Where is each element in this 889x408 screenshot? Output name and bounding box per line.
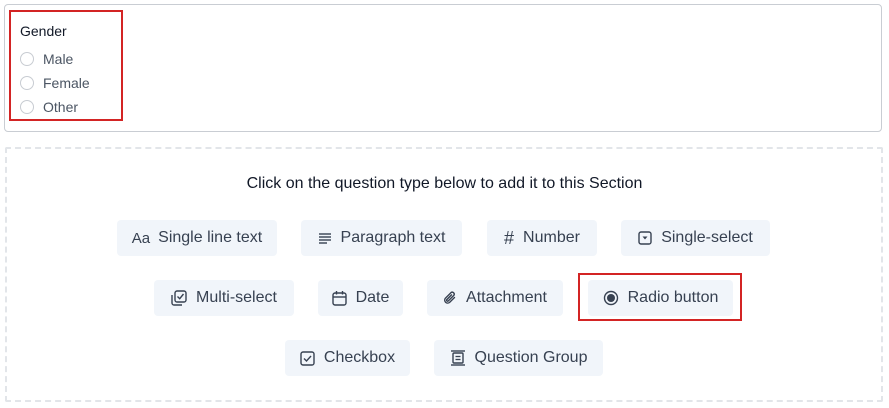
question-group-button[interactable]: Question Group xyxy=(434,340,603,376)
hash-icon: # xyxy=(504,227,515,248)
paperclip-icon xyxy=(444,291,456,304)
radio-field-preview-card xyxy=(4,4,882,132)
single-select-label: Single-select xyxy=(661,229,753,246)
question-group-icon xyxy=(450,350,465,366)
checkbox-label: Checkbox xyxy=(323,349,396,366)
number-button[interactable]: # Number xyxy=(487,220,597,256)
paragraph-lines-icon xyxy=(318,233,331,244)
radio-circle-icon[interactable] xyxy=(20,76,34,90)
radio-button-highlight-box xyxy=(578,273,742,321)
question-group-label: Question Group xyxy=(474,349,588,366)
date-button[interactable]: Date xyxy=(318,280,403,316)
single-line-text-button[interactable]: Aa Single line text xyxy=(117,220,277,256)
number-label: Number xyxy=(523,229,580,246)
checkbox-icon xyxy=(300,350,315,366)
calendar-icon xyxy=(331,291,347,306)
date-label: Date xyxy=(355,289,390,306)
paragraph-text-button[interactable]: Paragraph text xyxy=(301,220,462,256)
radio-option-male[interactable]: Male xyxy=(20,51,73,67)
attachment-button[interactable]: Attachment xyxy=(427,280,563,316)
single-select-button[interactable]: Single-select xyxy=(621,220,770,256)
paragraph-text-label: Paragraph text xyxy=(340,229,446,246)
radio-option-female[interactable]: Female xyxy=(20,75,90,91)
multi-select-label: Multi-select xyxy=(196,289,277,306)
single-line-text-label: Single line text xyxy=(158,229,263,246)
multi-select-button[interactable]: Multi-select xyxy=(154,280,294,316)
add-question-instruction: Click on the question type below to add … xyxy=(246,175,643,192)
multi-select-icon xyxy=(171,290,187,306)
radio-option-label: Other xyxy=(43,99,79,115)
radio-circle-icon[interactable] xyxy=(20,52,34,66)
dropdown-box-icon xyxy=(638,231,652,245)
radio-circle-icon[interactable] xyxy=(20,100,34,114)
radio-option-label: Male xyxy=(43,51,74,67)
checkbox-button[interactable]: Checkbox xyxy=(285,340,410,376)
attachment-label: Attachment xyxy=(466,289,547,306)
field-label: Gender xyxy=(20,23,67,39)
radio-option-label: Female xyxy=(43,75,90,91)
radio-option-other[interactable]: Other xyxy=(20,99,78,115)
text-size-icon: Aa xyxy=(131,229,151,247)
